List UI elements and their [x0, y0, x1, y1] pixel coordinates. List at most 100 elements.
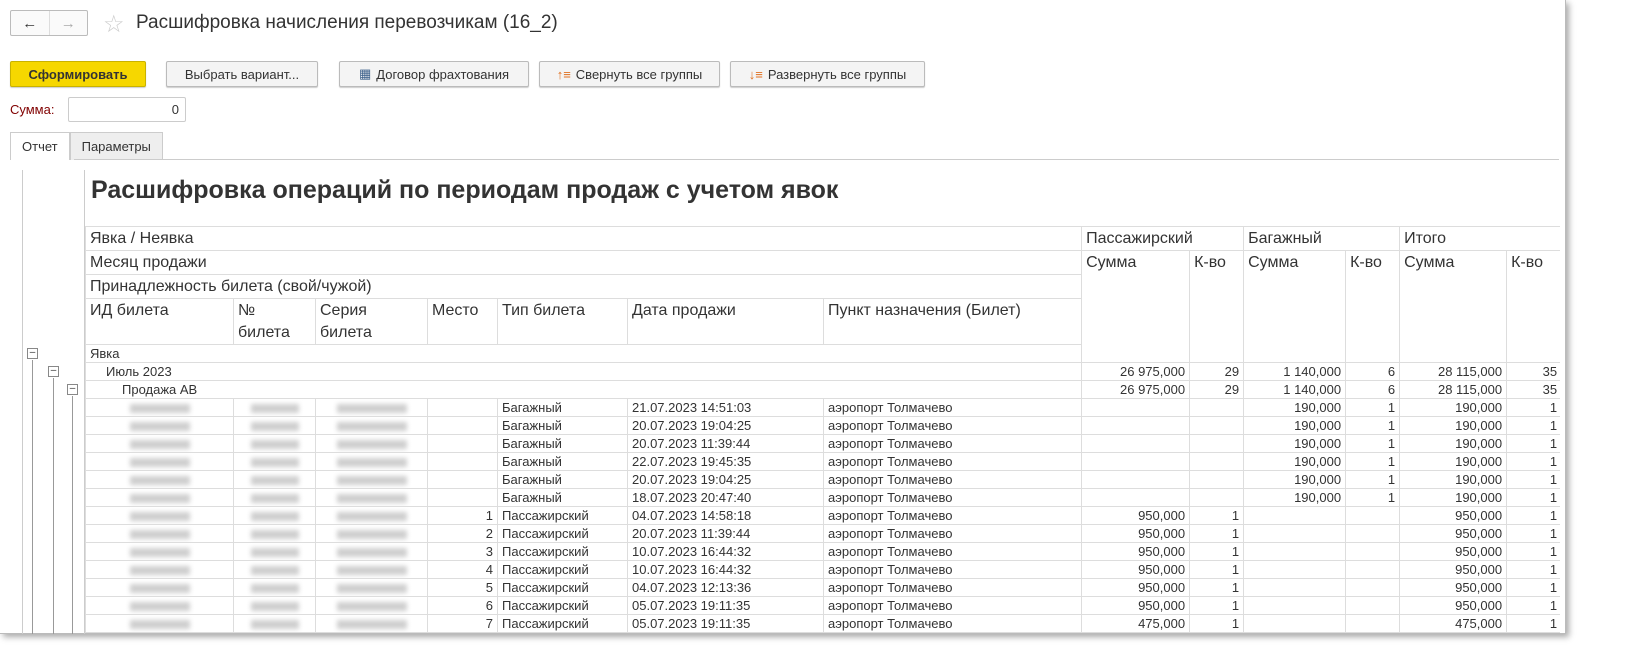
sale-date-cell: 04.07.2023 14:58:18	[627, 506, 824, 525]
column-header-id: ИД билета	[85, 298, 234, 345]
tab-report[interactable]: Отчет	[10, 132, 70, 160]
redacted-value	[250, 620, 299, 630]
seat-cell: 1	[427, 506, 498, 525]
destination-cell: аэропорт Толмачево	[822, 506, 1083, 525]
group-row[interactable]: Июль 2023 26 975,000 29 1 140,000 6 28 115,00…	[84, 362, 1560, 381]
ticket-series-cell	[315, 470, 428, 489]
p-sum-cell: 950,000	[1081, 596, 1191, 615]
ticket-id-cell	[85, 506, 234, 525]
collapse-toggle-icon[interactable]: –	[67, 384, 78, 395]
forward-arrow-icon[interactable]: →	[48, 11, 88, 35]
redacted-value	[336, 476, 407, 486]
group-p-qty: 29	[1189, 362, 1245, 381]
charter-contract-button[interactable]: ▦ Договор фрахтования	[339, 61, 529, 87]
header-group2: Месяц продажи	[84, 250, 1083, 275]
ticket-number-cell	[233, 416, 316, 435]
ticket-series-cell	[315, 596, 428, 615]
header-baggage: Багажный	[1243, 226, 1401, 251]
sale-date-cell: 05.07.2023 19:11:35	[627, 614, 824, 633]
tabs: Отчет Параметры	[10, 132, 163, 160]
redacted-value	[129, 530, 190, 540]
b-qty-cell: 1	[1345, 434, 1401, 453]
ticket-series-cell	[315, 578, 428, 597]
seat-cell	[427, 416, 498, 435]
table-row[interactable]: Багажный 22.07.2023 19:45:35 аэропорт Толм…	[85, 452, 1560, 471]
column-header-series: Серия билета	[315, 298, 428, 345]
table-row[interactable]: Багажный 20.07.2023 19:04:25 аэропорт Толм…	[85, 416, 1560, 435]
collapse-toggle-icon[interactable]: –	[27, 348, 38, 359]
seat-cell	[427, 398, 498, 417]
ticket-series-cell	[315, 434, 428, 453]
group-b-sum: 1 140,000	[1243, 380, 1347, 399]
t-sum-cell: 190,000	[1399, 398, 1508, 417]
p-qty-cell	[1189, 416, 1245, 435]
b-sum-cell	[1243, 614, 1347, 633]
ticket-series-cell	[315, 452, 428, 471]
table-row[interactable]: 5 Пассажирский 04.07.2023 12:13:36 аэропорт…	[85, 578, 1560, 597]
b-qty-cell	[1345, 560, 1401, 579]
seat-cell: 4	[427, 560, 498, 579]
ticket-series-cell	[315, 614, 428, 633]
p-sum-cell	[1081, 416, 1191, 435]
ticket-number-cell	[233, 488, 316, 507]
tree-line	[53, 378, 54, 634]
ticket-id-cell	[85, 398, 234, 417]
table-row[interactable]: 7 Пассажирский 05.07.2023 19:11:35 аэропорт…	[85, 614, 1560, 633]
redacted-value	[336, 458, 407, 468]
table-row[interactable]: 2 Пассажирский 20.07.2023 11:39:44 аэропорт…	[85, 524, 1560, 543]
ticket-number-cell	[233, 506, 316, 525]
b-sum-cell	[1243, 524, 1347, 543]
table-row[interactable]: Багажный 18.07.2023 20:47:40 аэропорт Толм…	[85, 488, 1560, 507]
seat-cell: 3	[427, 542, 498, 561]
p-qty-cell: 1	[1189, 542, 1245, 561]
b-sum-cell: 190,000	[1243, 488, 1347, 507]
ticket-id-cell	[85, 614, 234, 633]
redacted-value	[336, 566, 407, 576]
p-qty-cell: 1	[1189, 506, 1245, 525]
collapse-toggle-icon[interactable]: –	[48, 366, 59, 377]
b-qty-cell	[1345, 578, 1401, 597]
tab-parameters[interactable]: Параметры	[69, 132, 163, 160]
b-sum-cell	[1243, 578, 1347, 597]
sale-date-cell: 10.07.2023 16:44:32	[627, 560, 824, 579]
favorite-star-icon[interactable]: ☆	[103, 10, 125, 39]
sum-input[interactable]: 0	[68, 97, 186, 122]
table-row[interactable]: 3 Пассажирский 10.07.2023 16:44:32 аэропорт…	[85, 542, 1560, 561]
table-row[interactable]: 1 Пассажирский 04.07.2023 14:58:18 аэропорт…	[85, 506, 1560, 525]
header-group1: Явка / Неявка	[84, 226, 1083, 251]
b-sum-cell: 190,000	[1243, 416, 1347, 435]
p-qty-cell	[1189, 470, 1245, 489]
table-row[interactable]: Багажный 20.07.2023 19:04:25 аэропорт Толм…	[85, 470, 1560, 489]
redacted-value	[336, 530, 407, 540]
redacted-value	[129, 494, 190, 504]
collapse-groups-button[interactable]: ↑≡ Свернуть все группы	[539, 61, 720, 87]
header-qty: К-во	[1189, 250, 1245, 363]
ticket-type-cell: Пассажирский	[497, 578, 628, 597]
ticket-type-cell: Пассажирский	[497, 560, 628, 579]
table-row[interactable]: Багажный 21.07.2023 14:51:03 аэропорт Толм…	[85, 398, 1560, 417]
header-group3: Принадлежность билета (свой/чужой)	[84, 274, 1083, 299]
choose-variant-button[interactable]: Выбрать вариант...	[166, 61, 318, 87]
ticket-id-cell	[85, 488, 234, 507]
t-qty-cell: 1	[1506, 488, 1560, 507]
group-row[interactable]: Продажа АВ 26 975,000 29 1 140,000 6 28 115,0…	[84, 380, 1560, 399]
b-qty-cell	[1345, 614, 1401, 633]
t-sum-cell: 950,000	[1399, 560, 1508, 579]
t-sum-cell: 950,000	[1399, 578, 1508, 597]
report-area[interactable]: – – – Расшифровка операций по периодам п…	[22, 170, 1560, 634]
group-t-qty: 35	[1506, 380, 1560, 399]
table-row[interactable]: 6 Пассажирский 05.07.2023 19:11:35 аэропорт…	[85, 596, 1560, 615]
p-qty-cell: 1	[1189, 524, 1245, 543]
redacted-value	[336, 548, 407, 558]
report-window: ← → ☆ Расшифровка начисления перевозчика…	[0, 0, 1566, 634]
ticket-id-cell	[85, 596, 234, 615]
table-row[interactable]: 4 Пассажирский 10.07.2023 16:44:32 аэропорт…	[85, 560, 1560, 579]
destination-cell: аэропорт Толмачево	[822, 470, 1083, 489]
ticket-id-cell	[85, 452, 234, 471]
sale-date-cell: 20.07.2023 11:39:44	[627, 524, 824, 543]
generate-button[interactable]: Сформировать	[10, 61, 146, 87]
expand-groups-button[interactable]: ↓≡ Развернуть все группы	[730, 61, 925, 87]
table-row[interactable]: Багажный 20.07.2023 11:39:44 аэропорт Толм…	[85, 434, 1560, 453]
ticket-number-cell	[233, 398, 316, 417]
back-arrow-icon[interactable]: ←	[11, 11, 49, 35]
